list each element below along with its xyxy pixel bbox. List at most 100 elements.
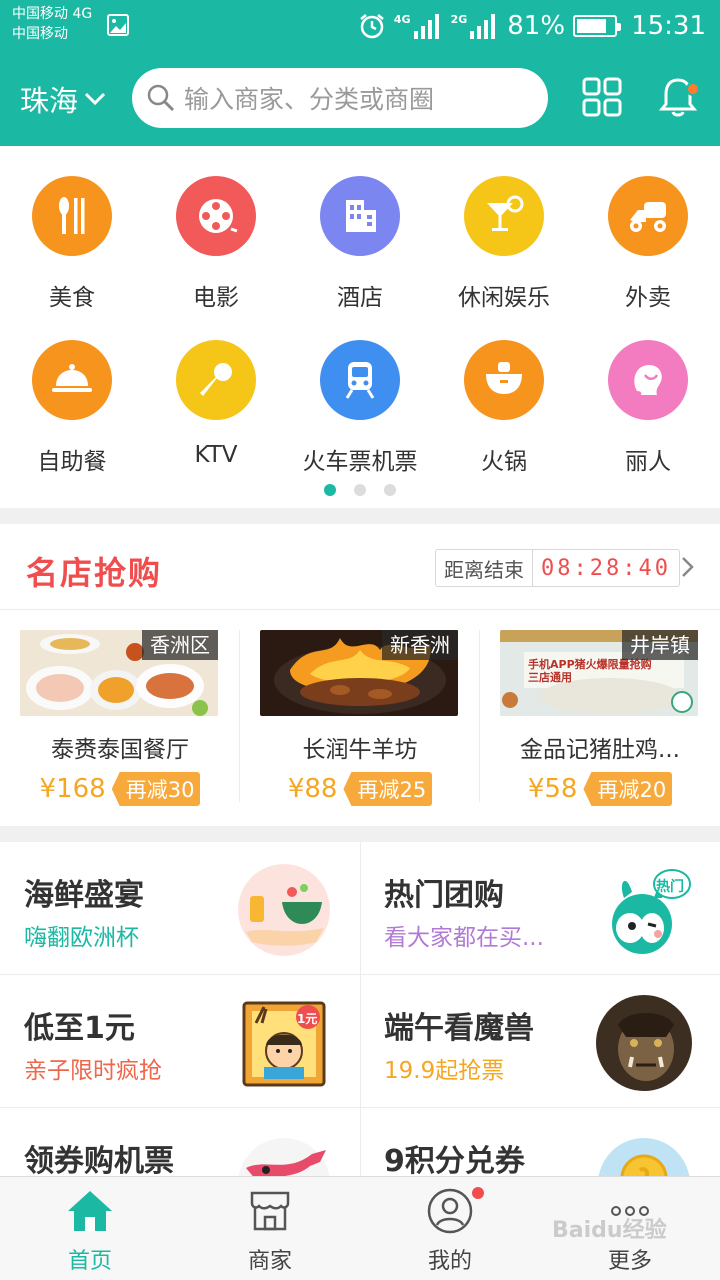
search-icon — [147, 84, 175, 112]
promo-title: 低至1元 — [24, 1011, 135, 1046]
shop-card[interactable]: 香洲区 泰赉泰国餐厅 ¥168 再减30 — [0, 630, 240, 810]
signal-2g: 2G — [451, 13, 500, 39]
tab-label: 首页 — [67, 1249, 112, 1274]
carrier-line-2: 中国移动 — [12, 26, 68, 42]
shop-price: ¥88 — [287, 774, 338, 804]
category-label: 自助餐 — [37, 449, 107, 475]
promo-subtitle: 19.9起抢票 — [384, 1058, 505, 1084]
category-item[interactable]: 丽人 — [576, 340, 720, 476]
page-dot[interactable] — [384, 484, 396, 496]
promo-card-hot-deals[interactable]: 热门团购 看大家都在买... 热门 — [360, 842, 720, 975]
tab-label: 商家 — [247, 1249, 292, 1274]
category-label: 外卖 — [625, 285, 671, 311]
promo-title: 9积分兑券 — [384, 1144, 525, 1179]
promo-grid-divider — [360, 842, 361, 1176]
seafood-feast-illustration — [238, 864, 330, 956]
shop-price: ¥58 — [527, 774, 578, 804]
city-selector[interactable]: 珠海 — [20, 78, 106, 120]
city-name: 珠海 — [20, 84, 79, 118]
flash-sale-section: 名店抢购 距离结束 08:28:40 香洲区 泰赉泰国餐厅 ¥168 再减30 … — [0, 524, 720, 826]
hot-tag-text: 热门 — [656, 879, 684, 895]
building-icon — [320, 176, 400, 256]
discount-badge: 再减30 — [111, 772, 201, 806]
tab-label: 更多 — [607, 1249, 652, 1274]
category-label: 休闲娱乐 — [458, 285, 550, 311]
shop-name: 金品记猪肚鸡... — [520, 737, 680, 763]
category-item[interactable]: 美食 — [0, 176, 144, 312]
category-label: 美食 — [49, 285, 95, 311]
shop-price: ¥168 — [39, 774, 106, 804]
promo-title: 领券购机票 — [24, 1144, 174, 1179]
promo-card-seafood[interactable]: 海鲜盛宴 嗨翻欧洲杯 — [0, 842, 360, 975]
hotpot-icon — [464, 340, 544, 420]
clock-time: 15:31 — [631, 11, 706, 41]
orc-portrait-illustration — [596, 995, 692, 1091]
category-label: 电影 — [193, 285, 239, 311]
category-item[interactable]: 火车票机票 — [288, 340, 432, 476]
category-item[interactable]: 自助餐 — [0, 340, 144, 476]
battery-icon — [573, 15, 622, 37]
promo-subtitle: 嗨翻欧洲杯 — [24, 925, 139, 951]
app-root: 中国移动 4G 中国移动 4G 2G 81% 15:31 珠海 输入商家、分类或… — [0, 0, 720, 1280]
discount-badge: 再减20 — [583, 772, 673, 806]
category-item[interactable]: 酒店 — [288, 176, 432, 312]
tab-label: 我的 — [427, 1249, 472, 1274]
category-item[interactable]: KTV — [144, 340, 288, 468]
promo-subtitle: 亲子限时疯抢 — [24, 1058, 162, 1084]
shop-price-row: ¥58 再减20 — [480, 772, 720, 806]
baidu-watermark: Baidu经验 — [552, 1218, 667, 1243]
tab-mine[interactable]: 我的 — [360, 1177, 540, 1280]
cocktail-icon — [464, 176, 544, 256]
flash-sale-title: 名店抢购 — [26, 554, 163, 592]
category-item[interactable]: 休闲娱乐 — [432, 176, 576, 312]
category-item[interactable]: 外卖 — [576, 176, 720, 312]
kid-poster-illustration — [242, 1001, 326, 1087]
page-indicator — [0, 484, 720, 496]
chevron-down-icon — [84, 92, 106, 106]
flash-sale-header[interactable]: 名店抢购 距离结束 08:28:40 — [0, 524, 720, 610]
image-notification-icon — [107, 14, 129, 36]
category-label: KTV — [194, 442, 238, 468]
promo-card-warcraft[interactable]: 端午看魔兽 19.9起抢票 — [360, 975, 720, 1108]
food-cloche-icon — [32, 340, 112, 420]
shop-price-row: ¥88 再减25 — [240, 772, 480, 806]
chevron-right-icon[interactable] — [680, 555, 696, 579]
delivery-scooter-icon — [608, 176, 688, 256]
category-item[interactable]: 电影 — [144, 176, 288, 312]
tab-home[interactable]: 首页 — [0, 1177, 180, 1280]
shop-card[interactable]: 新香洲 长润牛羊坊 ¥88 再减25 — [240, 630, 480, 810]
user-icon — [426, 1187, 474, 1235]
microphone-icon — [176, 340, 256, 420]
category-label: 酒店 — [337, 285, 383, 311]
fork-knife-icon — [32, 176, 112, 256]
page-dot-active[interactable] — [324, 484, 336, 496]
promo-subtitle: 看大家都在买... — [384, 925, 544, 951]
page-dot[interactable] — [354, 484, 366, 496]
signal-4g: 4G — [394, 13, 443, 39]
battery-percent: 81% — [507, 11, 566, 41]
discount-badge: 再减25 — [343, 772, 433, 806]
category-label: 火锅 — [481, 449, 527, 475]
train-icon — [320, 340, 400, 420]
notification-dot — [686, 82, 700, 96]
tab-notification-dot — [472, 1187, 484, 1199]
category-item[interactable]: 火锅 — [432, 340, 576, 476]
tab-merchants[interactable]: 商家 — [180, 1177, 360, 1280]
carrier-info: 中国移动 4G 中国移动 — [12, 4, 92, 44]
shop-area-tag: 井岸镇 — [622, 630, 698, 660]
promo-card-one-yuan[interactable]: 低至1元 亲子限时疯抢 1元 — [0, 975, 360, 1108]
battery-fill — [577, 19, 607, 33]
shop-name: 泰赉泰国餐厅 — [51, 737, 189, 763]
signal-bars-icon — [470, 14, 496, 39]
home-icon — [66, 1187, 114, 1235]
category-label: 丽人 — [625, 449, 671, 475]
qr-scan-icon[interactable] — [582, 77, 622, 117]
shop-card[interactable]: 手机APP猪火爆限量抢购 三店通用 井岸镇 金品记猪肚鸡... ¥58 再减20 — [480, 630, 720, 810]
search-bar[interactable]: 输入商家、分类或商圈 — [132, 68, 548, 128]
alarm-icon — [360, 14, 384, 39]
promo-title: 热门团购 — [384, 878, 504, 913]
woman-profile-icon — [608, 340, 688, 420]
shop-price-row: ¥168 再减30 — [0, 772, 240, 806]
film-reel-icon — [176, 176, 256, 256]
one-yuan-tag-text: 1元 — [297, 1012, 318, 1026]
